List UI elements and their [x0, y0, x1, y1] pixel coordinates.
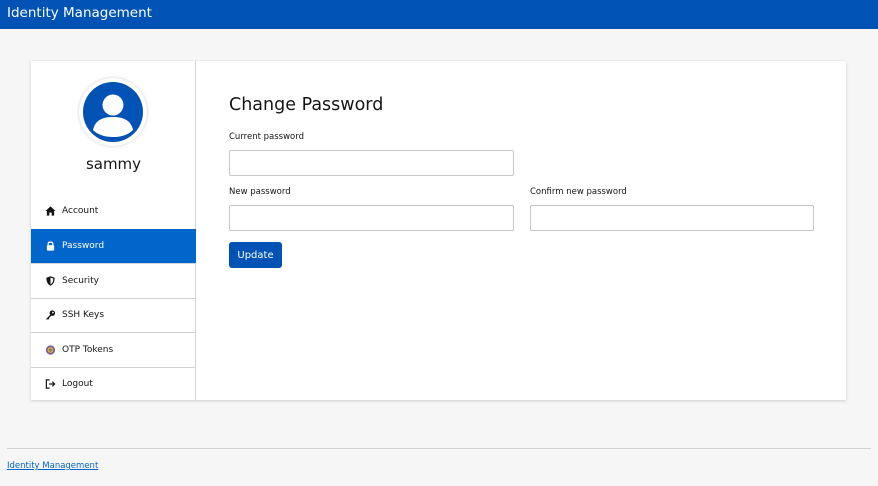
key-icon — [45, 310, 56, 321]
sidebar-item-password[interactable]: Password — [31, 228, 196, 263]
new-password-label: New password — [229, 187, 291, 197]
confirm-password-field[interactable] — [530, 205, 814, 231]
home-icon — [45, 206, 56, 217]
app-title[interactable]: Identity Management — [7, 5, 152, 21]
current-password-field[interactable] — [229, 150, 514, 176]
sidebar-item-label: Logout — [62, 379, 93, 390]
confirm-password-label: Confirm new password — [530, 187, 627, 197]
sidebar-item-label: OTP Tokens — [62, 344, 114, 355]
sidebar-item-account[interactable]: Account — [31, 194, 196, 229]
sidebar-item-label: Password — [62, 241, 105, 252]
update-button[interactable]: Update — [229, 242, 282, 268]
sidebar-item-logout[interactable]: Logout — [31, 366, 196, 402]
page-title: Change Password — [229, 95, 384, 115]
sidebar-menu: Account Password Security SSH Keys OTP T… — [31, 194, 196, 401]
sidebar-item-otp-tokens[interactable]: OTP Tokens — [31, 332, 196, 367]
sidebar: sammy Account Password Security SSH Keys… — [31, 61, 196, 400]
footer-link[interactable]: Identity Management — [7, 461, 98, 472]
new-password-field[interactable] — [229, 205, 514, 231]
otp-token-icon — [45, 344, 56, 355]
logout-icon — [45, 379, 56, 390]
main-card: sammy Account Password Security SSH Keys… — [31, 61, 846, 400]
current-password-label: Current password — [229, 132, 304, 142]
top-navbar: Identity Management — [0, 0, 878, 29]
avatar — [79, 78, 147, 146]
sidebar-item-security[interactable]: Security — [31, 263, 196, 298]
sidebar-item-label: Account — [62, 206, 99, 217]
sidebar-item-label: Security — [62, 275, 99, 286]
shield-icon — [45, 275, 56, 286]
footer-divider — [7, 448, 871, 449]
user-avatar-icon — [83, 82, 143, 142]
lock-icon — [45, 241, 56, 252]
sidebar-item-ssh-keys[interactable]: SSH Keys — [31, 297, 196, 333]
sidebar-item-label: SSH Keys — [62, 310, 105, 321]
username: sammy — [85, 155, 142, 173]
